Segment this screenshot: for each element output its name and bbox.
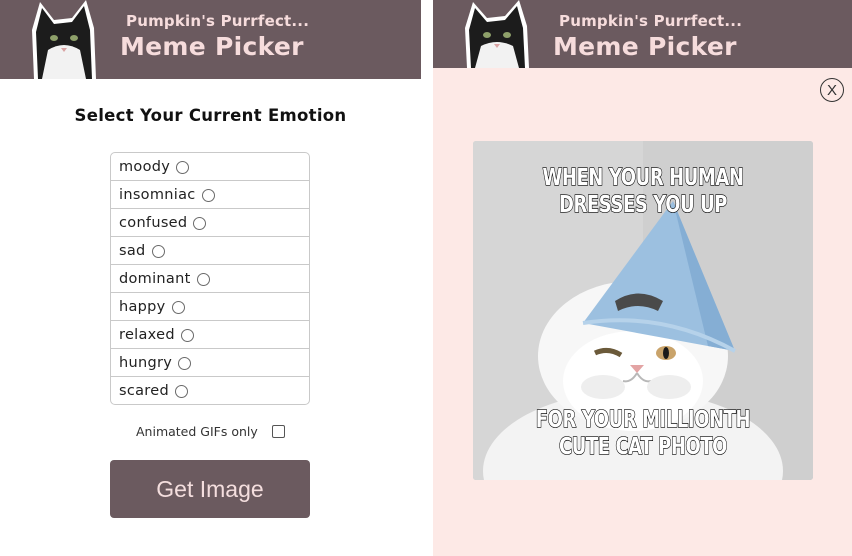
emotion-option-relaxed[interactable]: relaxed — [111, 320, 309, 348]
emotion-option-sad[interactable]: sad — [111, 236, 309, 264]
meme-caption-bottom: For your millionth cute cat photo — [535, 406, 751, 460]
cat-logo-icon — [465, 0, 529, 68]
radio-button[interactable] — [201, 189, 215, 202]
meme-caption-top: When your human dresses you up — [542, 164, 744, 218]
emotion-label: hungry — [119, 354, 173, 371]
app-title-block: Pumpkin's Purrfect... Meme Picker — [120, 12, 309, 61]
emotion-option-happy[interactable]: happy — [111, 292, 309, 320]
radio-button[interactable] — [178, 357, 192, 370]
get-image-button[interactable]: Get Image — [110, 460, 310, 518]
emotion-option-dominant[interactable]: dominant — [111, 264, 309, 292]
emotion-label: confused — [119, 214, 188, 231]
gif-only-option[interactable]: Animated GIFs only — [136, 424, 285, 439]
app-title: Meme Picker — [120, 32, 304, 61]
emotion-label: relaxed — [119, 326, 175, 343]
emotion-label: dominant — [119, 270, 191, 287]
emotion-radio-list: moody insomniac confused sad dominant ha… — [110, 152, 310, 405]
radio-button[interactable] — [180, 329, 194, 342]
emotion-option-insomniac[interactable]: insomniac — [111, 180, 309, 208]
gif-only-checkbox[interactable] — [271, 425, 285, 438]
radio-button[interactable] — [196, 273, 210, 286]
emotion-option-hungry[interactable]: hungry — [111, 348, 309, 376]
emotion-heading: Select Your Current Emotion — [74, 106, 347, 125]
emotion-option-confused[interactable]: confused — [111, 208, 309, 236]
app-subtitle: Pumpkin's Purrfect... — [126, 12, 310, 30]
radio-button[interactable] — [151, 245, 165, 258]
emotion-label: moody — [119, 158, 171, 175]
emotion-label: scared — [119, 382, 169, 399]
cat-logo-icon — [32, 0, 96, 79]
app-header: Pumpkin's Purrfect... Meme Picker — [433, 0, 852, 68]
radio-button[interactable] — [171, 301, 185, 314]
meme-image: When your human dresses you up For your … — [473, 141, 813, 480]
emotion-label: happy — [119, 298, 166, 315]
radio-button[interactable] — [193, 217, 207, 230]
result-panel: Pumpkin's Purrfect... Meme Picker X WHEN… — [433, 0, 852, 556]
app-subtitle: Pumpkin's Purrfect... — [559, 12, 743, 30]
picker-panel: Pumpkin's Purrfect... Meme Picker Select… — [0, 0, 421, 556]
emotion-option-moody[interactable]: moody — [111, 153, 309, 180]
app-title: Meme Picker — [553, 32, 737, 61]
close-modal-button[interactable]: X — [820, 78, 844, 102]
emotion-label: insomniac — [119, 186, 196, 203]
app-title-block: Pumpkin's Purrfect... Meme Picker — [553, 12, 742, 61]
emotion-label: sad — [119, 242, 146, 259]
gif-only-label: Animated GIFs only — [136, 424, 258, 439]
radio-button[interactable] — [176, 161, 190, 174]
radio-button[interactable] — [174, 385, 188, 398]
emotion-option-scared[interactable]: scared — [111, 376, 309, 404]
app-header: Pumpkin's Purrfect... Meme Picker — [0, 0, 421, 79]
